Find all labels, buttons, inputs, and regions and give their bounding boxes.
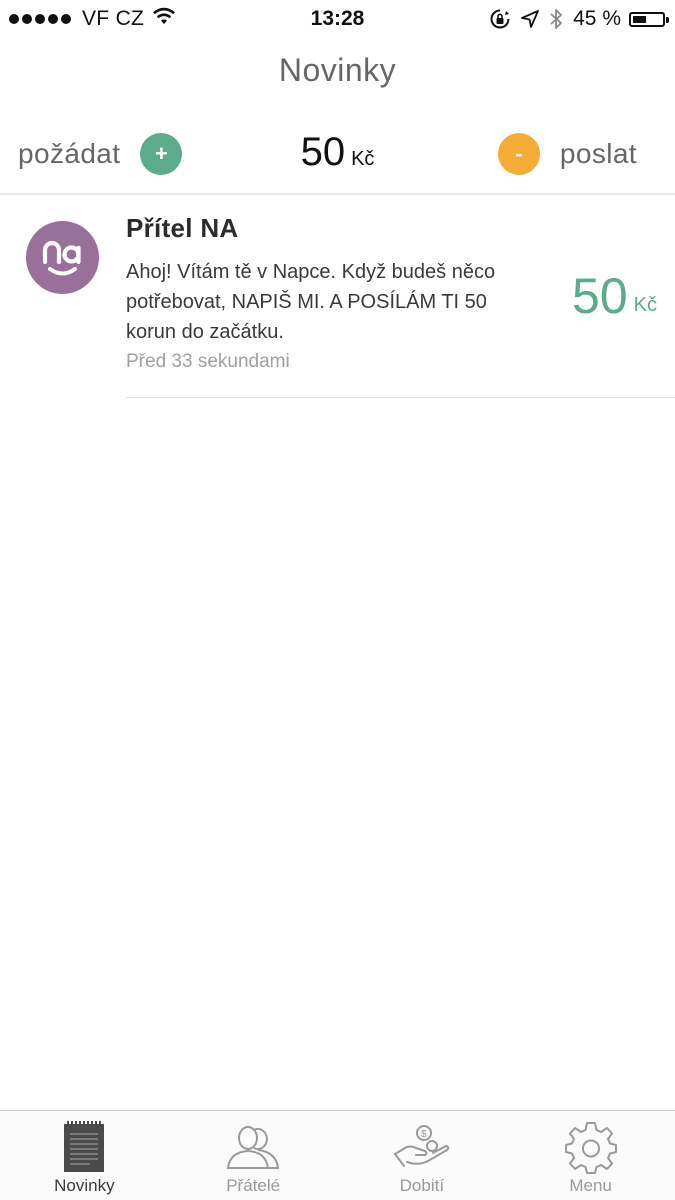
page-title: Novinky [278,52,397,88]
tab-label: Přátelé [226,1176,281,1195]
balance-currency: Kč [351,148,375,170]
item-timestamp: Před 33 sekundami [126,351,290,372]
tab-dobiti[interactable]: $ Dobití [338,1111,507,1200]
napka-logo-icon [42,240,81,276]
item-amount-currency: Kč [633,294,657,316]
item-amount: 50 Kč [572,269,657,323]
tab-novinky[interactable]: Novinky [0,1111,169,1200]
top-up-icon: $ [392,1119,452,1175]
battery-percentage: 45 % [573,7,621,30]
gear-icon [564,1119,618,1175]
send-money-button[interactable]: - poslat [497,133,637,175]
status-bar: VF CZ 13:28 45 % [0,0,675,40]
minus-icon[interactable]: - [497,133,540,175]
rotation-lock-icon [489,8,511,30]
balance-amount: 50 [300,130,346,174]
avatar [26,221,99,294]
tab-label: Novinky [54,1176,115,1195]
tab-label: Dobití [399,1176,445,1195]
svg-text:$: $ [421,1129,427,1140]
battery-icon [629,11,669,27]
item-amount-value: 50 [572,268,628,324]
item-sender: Přítel NA [126,213,239,243]
tab-label: Menu [569,1176,612,1195]
friends-icon [224,1119,282,1175]
tab-pratele[interactable]: Přátelé [169,1111,338,1200]
app-screen: VF CZ 13:28 45 % Novinky požádat + 50 Kč… [0,0,675,1200]
tab-bar: Novinky Přátelé $ Dobití Menu [0,1110,675,1200]
news-icon [62,1119,106,1175]
location-arrow-icon [521,10,540,28]
status-right: 45 % [479,6,669,32]
tab-menu[interactable]: Menu [506,1111,675,1200]
balance-bar: požádat + 50 Kč - poslat [0,118,675,195]
item-message: Ahoj! Vítám tě v Napce. Když budeš něco … [126,261,496,343]
battery-level [633,15,646,23]
bluetooth-icon [549,8,563,30]
feed-item[interactable]: Přítel NA Ahoj! Vítám tě v Napce. Když b… [0,195,675,398]
divider [126,397,675,398]
send-label: poslat [559,138,637,169]
